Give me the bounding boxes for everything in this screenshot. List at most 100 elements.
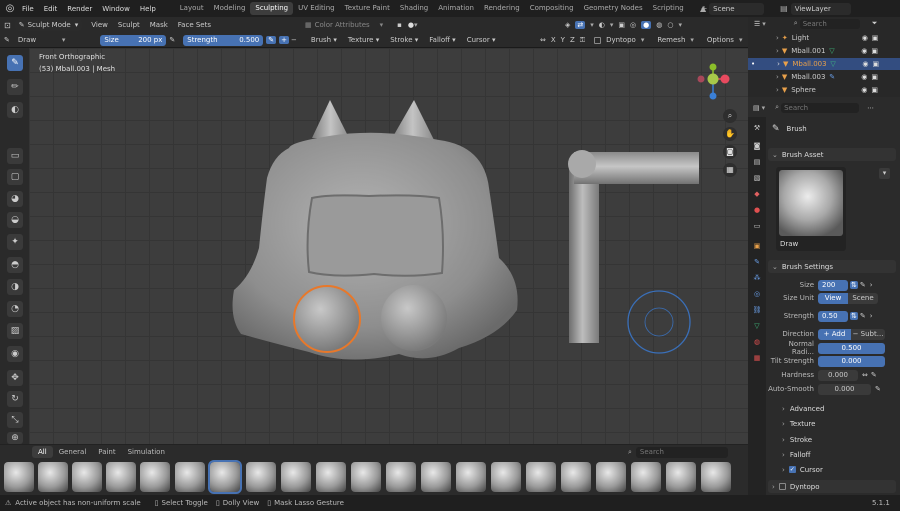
3d-viewport[interactable]: Front Orthographic (53) Mball.003 | Mesh	[29, 48, 748, 444]
mirror-z-toggle[interactable]: Z	[570, 36, 575, 44]
menu-help[interactable]: Help	[135, 5, 161, 13]
transform-tool-icon[interactable]: ⊕	[7, 432, 23, 444]
render-camera-icon[interactable]: ▣	[871, 73, 878, 81]
cursor-dropdown[interactable]: Cursor ▾	[463, 36, 500, 44]
shelf-search-input[interactable]: Search	[635, 446, 728, 458]
overlays-chevron-icon[interactable]: ▾	[610, 21, 614, 29]
strength-lock-icon[interactable]: ⇅	[850, 312, 858, 320]
menu-mask[interactable]: Mask	[145, 21, 173, 29]
brush-asset-14[interactable]	[456, 462, 486, 492]
world-tab-icon[interactable]: ●	[752, 205, 762, 215]
scene-tab-icon[interactable]: ◆	[752, 189, 762, 199]
tab-rendering[interactable]: Rendering	[479, 2, 525, 15]
tab-texture-paint[interactable]: Texture Paint	[340, 2, 395, 15]
xray-icon[interactable]: ▣	[618, 21, 625, 29]
cursor-subpanel[interactable]: › ✓ Cursor	[768, 463, 896, 476]
brush-asset-6[interactable]	[175, 462, 205, 492]
brush-asset-12[interactable]	[386, 462, 416, 492]
tab-uv-editing[interactable]: UV Editing	[293, 2, 340, 15]
layer-tool-icon[interactable]: ▭	[7, 148, 23, 164]
outliner-item-mball-003-active[interactable]: • › ▼ Mball.003 ▽ ◉ ▣	[748, 58, 900, 70]
brush-asset-3[interactable]	[72, 462, 102, 492]
mode-selector[interactable]: ✎ Sculpt Mode ▾	[14, 19, 83, 31]
tab-sculpting[interactable]: Sculpting	[250, 2, 294, 15]
brush-asset-19[interactable]	[631, 462, 661, 492]
move-tool-icon[interactable]: ✥	[7, 370, 23, 386]
options-dropdown[interactable]: Options	[707, 36, 734, 44]
strength-field[interactable]: Strength 0.500	[183, 34, 264, 46]
outliner-filter-icon[interactable]: ⏷	[872, 19, 878, 28]
zoom-icon[interactable]: ⌕	[723, 109, 737, 123]
falloff-dropdown[interactable]: Falloff ▾	[425, 36, 459, 44]
tab-shading[interactable]: Shading	[395, 2, 433, 15]
visibility-eye-icon[interactable]: ◉	[861, 47, 867, 55]
options-chevron-icon[interactable]: ▾	[739, 36, 743, 44]
brush-asset-16[interactable]	[526, 462, 556, 492]
subtract-direction-icon[interactable]: −	[291, 36, 297, 44]
render-camera-icon[interactable]: ▣	[871, 47, 878, 55]
brush-asset-2[interactable]	[38, 462, 68, 492]
strength-pressure-icon[interactable]: ✎	[266, 36, 277, 44]
brush-asset-4[interactable]	[106, 462, 136, 492]
brush-asset-chevron-icon[interactable]: ▾	[879, 168, 890, 179]
size-chevron-icon[interactable]: ›	[870, 281, 873, 289]
brush-asset-20[interactable]	[666, 462, 696, 492]
hardness-pressure-icon[interactable]: ✎	[871, 371, 877, 379]
menu-render[interactable]: Render	[62, 5, 97, 13]
size-pressure-icon[interactable]: ✎	[169, 36, 175, 44]
menu-sculpt[interactable]: Sculpt	[113, 21, 145, 29]
tab-scripting[interactable]: Scripting	[648, 2, 689, 15]
brush-chevron-icon[interactable]: ▾	[62, 36, 66, 44]
auto-smooth-field[interactable]: 0.000	[818, 383, 871, 395]
shading-rendered-icon[interactable]: ○	[667, 21, 673, 29]
falloff-subpanel[interactable]: › Falloff	[768, 448, 896, 461]
strength-pressure-icon[interactable]: ✎	[860, 312, 866, 320]
hardness-invert-icon[interactable]: ⇔	[862, 371, 868, 379]
outliner-editor-icon[interactable]: ☰	[754, 20, 760, 28]
visibility-eye-icon[interactable]: ◉	[861, 73, 867, 81]
color-attributes-dropdown[interactable]: Color Attributes	[315, 21, 380, 29]
strength-field[interactable]: 0.50	[818, 310, 848, 322]
grab-tool-icon[interactable]: ◓	[7, 257, 23, 273]
expand-icon[interactable]: ›	[777, 60, 780, 68]
strength-chevron-icon[interactable]: ›	[870, 312, 873, 320]
data-tab-icon[interactable]: ▽	[752, 321, 762, 331]
rotate-tool-icon[interactable]: ↻	[7, 391, 23, 407]
direction-subtract-button[interactable]: − Subt...	[851, 328, 885, 340]
dyntopo-checkbox[interactable]	[594, 36, 602, 44]
pan-hand-icon[interactable]: ✋	[723, 127, 737, 141]
size-lock-icon[interactable]: ⇅	[850, 281, 858, 289]
menu-window[interactable]: Window	[97, 5, 135, 13]
outliner-item-mball-001[interactable]: › ▼ Mball.001 ▽ ◉ ▣	[748, 45, 900, 57]
outliner-item-light[interactable]: › ✦ Light ◉ ▣	[748, 32, 900, 44]
dyntopo-panel-header[interactable]: › Dyntopo	[768, 480, 896, 493]
collection-tab-icon[interactable]: ▭	[752, 221, 762, 231]
shading-chevron-icon[interactable]: ▾	[678, 21, 682, 29]
mask-tool-icon[interactable]: ▨	[7, 323, 23, 339]
brush-asset-draw[interactable]	[208, 460, 242, 494]
stroke-dropdown[interactable]: Stroke ▾	[386, 36, 422, 44]
shelf-tab-all[interactable]: All	[32, 446, 53, 458]
auto-smooth-pressure-icon[interactable]: ✎	[875, 385, 881, 393]
expand-icon[interactable]: ›	[776, 86, 779, 94]
brush-selector[interactable]: Draw	[14, 36, 59, 44]
expand-icon[interactable]: ›	[776, 34, 779, 42]
texture-dropdown[interactable]: Texture ▾	[344, 36, 383, 44]
outliner-search-input[interactable]: Search	[799, 18, 860, 29]
inflate-tool-icon[interactable]: ▢	[7, 169, 23, 185]
shelf-tab-paint[interactable]: Paint	[92, 446, 121, 458]
brush-asset-13[interactable]	[421, 462, 451, 492]
brush-asset-panel-header[interactable]: ⌄ Brush Asset	[768, 148, 896, 161]
hardness-field[interactable]: 0.000	[818, 369, 858, 381]
remesh-chevron-icon[interactable]: ▾	[690, 36, 694, 44]
shading-solid-icon[interactable]: ●	[641, 21, 652, 29]
mirror-lock-icon[interactable]: ⚿	[580, 36, 585, 45]
properties-chevron-icon[interactable]: ▾	[762, 104, 766, 112]
clay-tool-icon[interactable]: ◐	[7, 102, 23, 118]
brush-asset-8[interactable]	[246, 462, 276, 492]
navigation-gizmo[interactable]	[686, 62, 736, 112]
toggle-ortho-icon[interactable]: ▦	[723, 163, 737, 177]
normal-radius-field[interactable]: 0.500	[818, 342, 885, 354]
shelf-tab-simulation[interactable]: Simulation	[122, 446, 171, 458]
stroke-subpanel[interactable]: › Stroke	[768, 433, 896, 446]
